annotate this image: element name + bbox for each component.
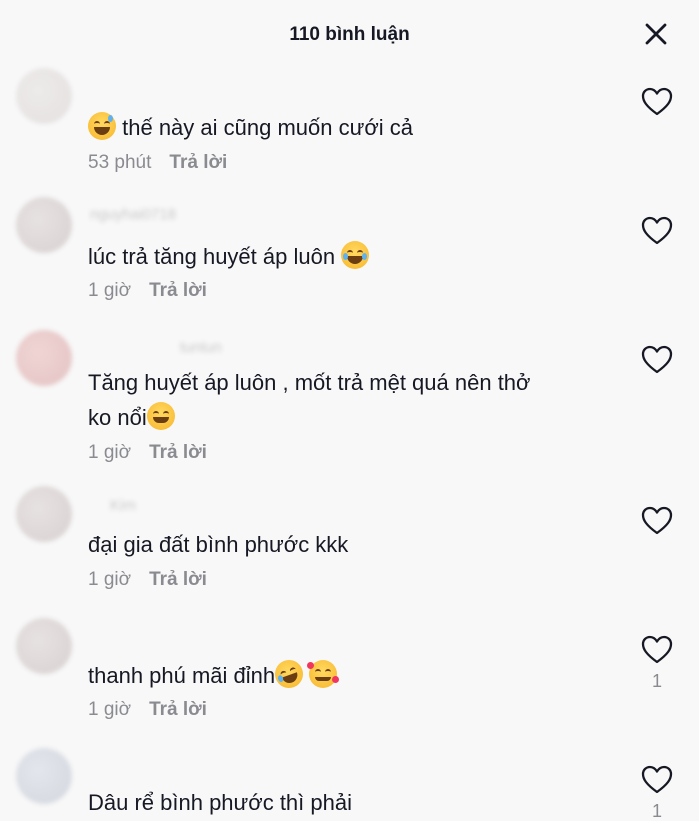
comments-count-title: 110 bình luận xyxy=(289,24,410,45)
comment-item: nguyhai0718 lúc trả tăng huyết áp luôn 1… xyxy=(0,192,699,322)
comment-text: thanh phú mãi đỉnh xyxy=(88,656,608,693)
username: nguyhai0718 xyxy=(90,206,176,223)
comment-meta: 1 giờ Trả lời xyxy=(88,569,207,591)
reply-button[interactable]: Trả lời xyxy=(149,569,207,591)
smiling-face-with-hearts-emoji xyxy=(307,660,340,688)
reply-button[interactable]: Trả lời xyxy=(149,442,207,464)
comment-item: tuntun Tăng huyết áp luôn , mốt trả mệt … xyxy=(0,325,699,480)
comment-text: thế này ai cũng muốn cưới cả xyxy=(88,110,608,145)
username: tuntun xyxy=(180,339,222,356)
username: Kim xyxy=(110,497,136,514)
comment-item: Dâu rể bình phước thì phải 1 xyxy=(0,745,699,821)
rofl-emoji xyxy=(271,656,308,692)
heart-icon xyxy=(641,216,673,245)
heart-icon xyxy=(641,635,673,664)
comment-time: 53 phút xyxy=(88,152,152,173)
comments-sheet: 110 bình luận thế này ai cũng muốn cưới … xyxy=(0,0,699,821)
avatar[interactable] xyxy=(16,68,72,124)
like-button[interactable]: 1 xyxy=(641,765,673,821)
reply-button[interactable]: Trả lời xyxy=(169,152,227,174)
heart-icon xyxy=(641,506,673,535)
like-count: 1 xyxy=(651,671,662,691)
like-button[interactable] xyxy=(641,216,673,246)
comment-time: 1 giờ xyxy=(88,442,132,463)
comment-time: 1 giờ xyxy=(88,569,132,590)
reply-button[interactable]: Trả lời xyxy=(149,280,207,302)
close-icon[interactable] xyxy=(643,21,669,47)
comment-time: 1 giờ xyxy=(88,699,132,720)
heart-icon xyxy=(641,87,673,116)
comment-time: 1 giờ xyxy=(88,280,132,301)
like-button[interactable] xyxy=(641,506,673,536)
like-count: 1 xyxy=(651,801,662,821)
comment-item: Kim đại gia đất bình phước kkk 1 giờ Trả… xyxy=(0,483,699,613)
avatar[interactable] xyxy=(16,330,72,386)
heart-icon xyxy=(641,765,673,794)
comment-text: Dâu rể bình phước thì phải xyxy=(88,790,352,815)
avatar[interactable] xyxy=(16,197,72,253)
comment-meta: 53 phút Trả lời xyxy=(88,152,227,174)
like-button[interactable]: 1 xyxy=(641,635,673,692)
grinning-sweat-emoji xyxy=(88,112,116,140)
comment-text: lúc trả tăng huyết áp luôn xyxy=(88,239,608,274)
heart-icon xyxy=(641,345,673,374)
avatar[interactable] xyxy=(16,618,72,674)
avatar[interactable] xyxy=(16,748,72,804)
comment-meta: 1 giờ Trả lời xyxy=(88,442,207,464)
comment-meta: 1 giờ Trả lời xyxy=(88,280,207,302)
comment-text: đại gia đất bình phước kkk xyxy=(88,532,349,557)
grinning-emoji xyxy=(146,402,175,430)
comment-item: thanh phú mãi đỉnh 1 giờ Trả lời 1 xyxy=(0,615,699,745)
like-button[interactable] xyxy=(641,345,673,375)
comment-meta: 1 giờ Trả lời xyxy=(88,699,207,721)
comment-item: thế này ai cũng muốn cưới cả 53 phút Trả… xyxy=(0,60,699,190)
comment-text: Tăng huyết áp luôn , mốt trả mệt quá nên… xyxy=(88,370,531,430)
avatar[interactable] xyxy=(16,486,72,542)
tears-of-joy-emoji xyxy=(341,241,370,269)
reply-button[interactable]: Trả lời xyxy=(149,699,207,721)
like-button[interactable] xyxy=(641,87,673,117)
